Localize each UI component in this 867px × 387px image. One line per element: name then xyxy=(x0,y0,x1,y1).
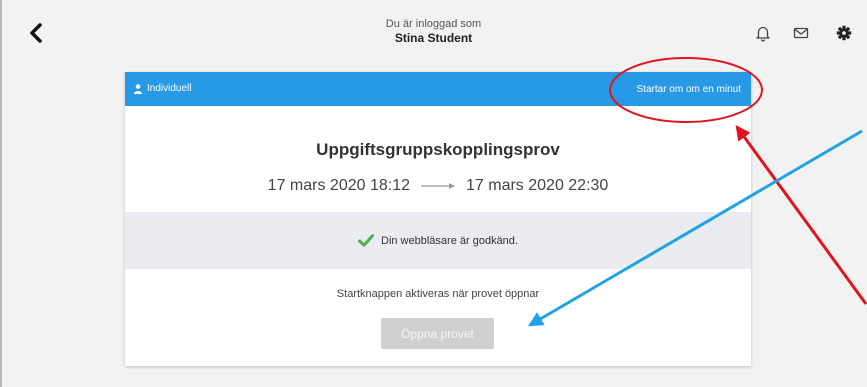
user-icon xyxy=(134,83,142,94)
window-left-edge xyxy=(0,0,2,387)
exam-start-status: Startar om om en minut xyxy=(636,84,741,95)
exam-card: Individuell Startar om om en minut Uppgi… xyxy=(125,72,751,366)
mail-icon[interactable] xyxy=(792,24,810,42)
start-button-note: Startknappen aktiveras när provet öppnar xyxy=(336,288,540,300)
exam-start-date: 17 mars 2020 18:12 xyxy=(267,177,410,194)
gear-icon[interactable] xyxy=(835,24,853,42)
back-chevron-icon[interactable] xyxy=(26,22,46,44)
exam-end-date: 17 mars 2020 22:30 xyxy=(466,177,609,194)
exam-type-label: Individuell xyxy=(147,83,192,94)
arrow-right-icon xyxy=(420,182,456,190)
annotation-arrow-red xyxy=(735,125,867,305)
open-exam-button[interactable]: Öppna provet xyxy=(381,318,494,349)
logged-in-as-label: Du är inloggad som xyxy=(385,18,482,30)
exam-title: Uppgiftsgruppskopplingsprov xyxy=(316,140,560,159)
bell-icon[interactable] xyxy=(754,24,772,42)
checkmark-icon xyxy=(358,234,374,247)
browser-check: Din webbläsare är godkänd. xyxy=(125,212,751,269)
logged-in-user: Du är inloggad som Stina Student xyxy=(300,18,567,46)
exam-card-header: Individuell Startar om om en minut xyxy=(125,72,751,106)
exam-type: Individuell xyxy=(134,83,191,94)
browser-status-text: Din webbläsare är godkänd. xyxy=(381,234,518,247)
exam-dates: 17 mars 2020 18:12 17 mars 2020 22:30 xyxy=(125,177,751,195)
user-name: Stina Student xyxy=(394,31,473,45)
